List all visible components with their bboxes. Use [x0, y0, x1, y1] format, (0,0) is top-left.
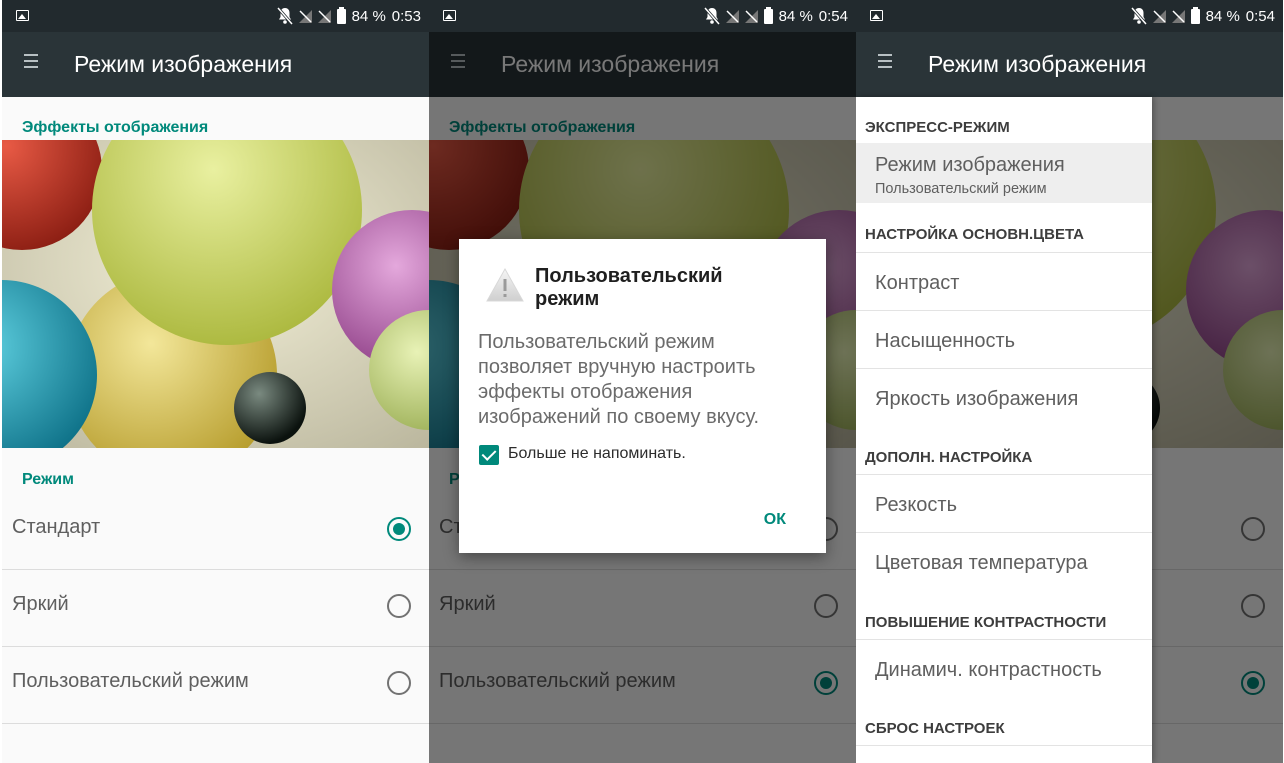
page-title: Режим изображения	[74, 51, 293, 77]
no-sim-icon	[744, 9, 758, 23]
menu-item-label: Резкость	[875, 494, 957, 516]
settings-drawer: ЭКСПРЕСС-РЕЖИМ Режим изображения Пользов…	[856, 97, 1152, 763]
hamburger-menu-icon[interactable]	[878, 54, 892, 73]
basic-color-header: НАСТРОЙКА ОСНОВН.ЦВЕТА	[865, 226, 1085, 243]
menu-item-brightness[interactable]: Яркость изображения	[856, 368, 1152, 426]
radio-button-selected[interactable]	[387, 517, 411, 541]
menu-item-label: Цветовая температура	[875, 552, 1088, 574]
dialog-message: Пользовательский режим позволяет вручную…	[478, 331, 760, 428]
menu-item-label: Режим изображения	[875, 154, 1065, 176]
menu-item-sharpness[interactable]: Резкость	[856, 474, 1152, 532]
radio-button[interactable]	[387, 671, 411, 695]
battery-level: 84 %	[778, 7, 813, 25]
dont-remind-checkbox[interactable]	[479, 445, 499, 465]
dont-remind-label[interactable]: Больше не напоминать.	[508, 445, 686, 463]
no-sim-icon	[1152, 9, 1166, 23]
battery-icon	[1190, 6, 1200, 24]
app-toolbar: Режим изображения	[856, 32, 1283, 97]
mode-option-bright[interactable]: Яркий	[2, 569, 429, 647]
menu-item-color-temperature[interactable]: Цветовая температура	[856, 532, 1152, 590]
status-bar: 84 % 0:54	[429, 0, 856, 32]
dialog-title: Пользовательский режим	[535, 265, 723, 310]
app-toolbar: Режим изображения	[2, 32, 429, 97]
menu-item-reset[interactable]	[856, 745, 1152, 763]
notifications-muted-icon	[703, 7, 720, 25]
battery-icon	[763, 6, 773, 24]
extra-settings-header: ДОПОЛН. НАСТРОЙКА	[865, 449, 1033, 466]
mode-option-label: Стандарт	[12, 516, 101, 538]
mode-option-standard[interactable]: Стандарт	[2, 492, 429, 570]
no-sim-icon	[298, 9, 312, 23]
status-bar: 84 % 0:53	[2, 0, 429, 32]
menu-item-saturation[interactable]: Насыщенность	[856, 310, 1152, 368]
image-notification-icon	[870, 10, 883, 21]
radio-button[interactable]	[387, 594, 411, 618]
no-sim-icon	[317, 9, 331, 23]
battery-level: 84 %	[351, 7, 386, 25]
notifications-muted-icon	[276, 7, 293, 25]
clock: 0:54	[818, 7, 848, 25]
mode-option-label: Пользовательский режим	[12, 670, 249, 692]
ok-button[interactable]: ОК	[764, 511, 786, 529]
no-sim-icon	[1171, 9, 1185, 23]
custom-mode-dialog: Пользовательский режим Пользовательский …	[459, 239, 826, 553]
clock: 0:53	[391, 7, 421, 25]
mode-option-label: Яркий	[12, 593, 69, 615]
warning-icon	[486, 267, 524, 302]
menu-item-value: Пользовательский режим	[875, 181, 1047, 197]
clock: 0:54	[1245, 7, 1275, 25]
mode-option-custom[interactable]: Пользовательский режим	[2, 646, 429, 724]
image-notification-icon	[443, 10, 456, 21]
menu-item-label: Насыщенность	[875, 330, 1016, 352]
battery-icon	[336, 6, 346, 24]
no-sim-icon	[725, 9, 739, 23]
menu-item-label: Яркость изображения	[875, 388, 1079, 410]
express-mode-header: ЭКСПРЕСС-РЕЖИМ	[865, 119, 1010, 136]
notifications-muted-icon	[1130, 7, 1147, 25]
page-title: Режим изображения	[928, 51, 1147, 77]
menu-item-label: Динамич. контрастность	[875, 659, 1102, 681]
screen-custom-dialog: 84 % 0:54 Режим изображения Эффекты отоб…	[429, 0, 856, 763]
contrast-boost-header: ПОВЫШЕНИЕ КОНТРАСТНОСТИ	[865, 614, 1107, 631]
mode-section-title: Режим	[22, 471, 74, 488]
screen-standard: 84 % 0:53 Режим изображения Эффекты отоб…	[2, 0, 429, 763]
battery-level: 84 %	[1205, 7, 1240, 25]
screen-menu-open: 84 % 0:54 Режим изображения ЭКСПРЕСС-РЕЖ…	[856, 0, 1283, 763]
image-notification-icon	[16, 10, 29, 21]
reset-settings-header: СБРОС НАСТРОЕК	[865, 720, 1005, 737]
hamburger-menu-icon[interactable]	[24, 54, 38, 73]
menu-item-contrast[interactable]: Контраст	[856, 252, 1152, 310]
preview-image	[2, 140, 429, 448]
menu-item-label: Контраст	[875, 272, 960, 294]
effects-section-title: Эффекты отображения	[22, 119, 209, 136]
status-bar: 84 % 0:54	[856, 0, 1283, 32]
menu-item-dynamic-contrast[interactable]: Динамич. контрастность	[856, 639, 1152, 697]
menu-item-image-mode[interactable]: Режим изображения Пользовательский режим	[856, 143, 1152, 203]
